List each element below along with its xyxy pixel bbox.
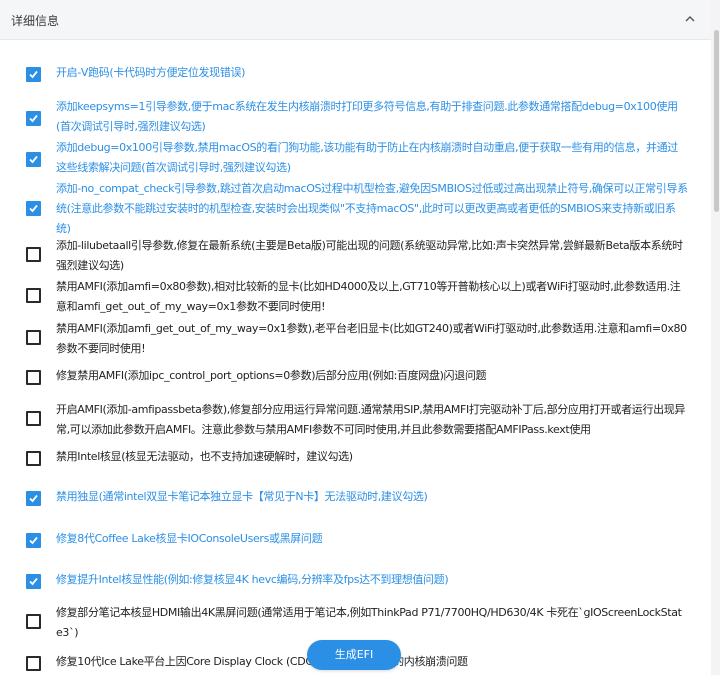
checkbox-checked[interactable] [26, 67, 41, 82]
checkmark-icon [29, 70, 38, 79]
option-label: 添加-no_compat_check引导参数,跳过首次启动macOS过程中机型检… [56, 182, 688, 235]
checkmark-icon [29, 204, 38, 213]
option-label: 禁用AMFI(添加amfi_get_out_of_my_way=0x1参数),老… [56, 322, 687, 355]
option-label: 修复8代Coffee Lake核显卡IOConsoleUsers或黑屏问题 [56, 532, 323, 545]
option-label: 开启AMFI(添加-amfipassbeta参数),修复部分应用运行异常问题.通… [56, 403, 686, 436]
checkbox-unchecked[interactable] [26, 656, 41, 671]
option-label: 添加debug=0x100引导参数,禁用macOS的看门狗功能,该功能有助于防止… [56, 141, 678, 174]
checkbox-unchecked[interactable] [26, 247, 41, 262]
checkbox-checked[interactable] [26, 152, 41, 167]
checkbox-checked[interactable] [26, 491, 41, 506]
option-label: 开启-V跑码(卡代码时方便定位发现错误) [56, 66, 246, 79]
checkbox-unchecked[interactable] [26, 288, 41, 303]
checkbox-checked[interactable] [26, 111, 41, 126]
details-header[interactable]: 详细信息 [0, 0, 711, 40]
checkbox-checked[interactable] [26, 201, 41, 216]
checkmark-icon [29, 494, 38, 503]
checkmark-icon [29, 536, 38, 545]
checkbox-unchecked[interactable] [26, 411, 41, 426]
checkmark-icon [29, 114, 38, 123]
checkmark-icon [29, 577, 38, 586]
option-label: 修复提升Intel核显性能(例如:修复核显4K hevc编码,分辨率及fps达不… [56, 573, 449, 586]
option-label: 禁用AMFI(添加amfi=0x80参数),相对比较新的显卡(比如HD4000及… [56, 280, 681, 313]
checkbox-checked[interactable] [26, 533, 41, 548]
checkbox-unchecked[interactable] [26, 614, 41, 629]
details-panel: 详细信息 开启-V跑码(卡代码时方便定位发现错误) 添加keepsyms=1引导… [0, 0, 711, 675]
details-title: 详细信息 [11, 14, 60, 28]
checkbox-unchecked[interactable] [26, 370, 41, 385]
checkbox-unchecked[interactable] [26, 330, 41, 345]
checkbox-unchecked[interactable] [26, 451, 41, 466]
option-label: 修复禁用AMFI(添加ipc_control_port_options=0参数)… [56, 369, 487, 382]
option-label: 禁用独显(通常intel双显卡笔记本独立显卡【常见于N卡】无法驱动时,建议勾选) [56, 490, 428, 503]
checkmark-icon [29, 155, 38, 164]
option-label: 禁用Intel核显(核显无法驱动，也不支持加速硬解时，建议勾选) [56, 450, 353, 463]
option-label: 修复部分笔记本核显HDMI输出4K黑屏问题(通常适用于笔记本,例如ThinkPa… [56, 606, 682, 639]
generate-efi-button[interactable]: 生成EFI [307, 640, 401, 670]
scrollbar-thumb[interactable] [714, 30, 719, 212]
scrollbar[interactable] [711, 0, 720, 675]
checkbox-checked[interactable] [26, 574, 41, 589]
option-label: 添加-lilubetaall引导参数,修复在最新系统(主要是Beta版)可能出现… [56, 239, 683, 272]
chevron-up-icon[interactable] [683, 12, 697, 26]
option-label: 添加keepsyms=1引导参数,便于mac系统在发生内核崩溃时打印更多符号信息… [56, 100, 678, 133]
